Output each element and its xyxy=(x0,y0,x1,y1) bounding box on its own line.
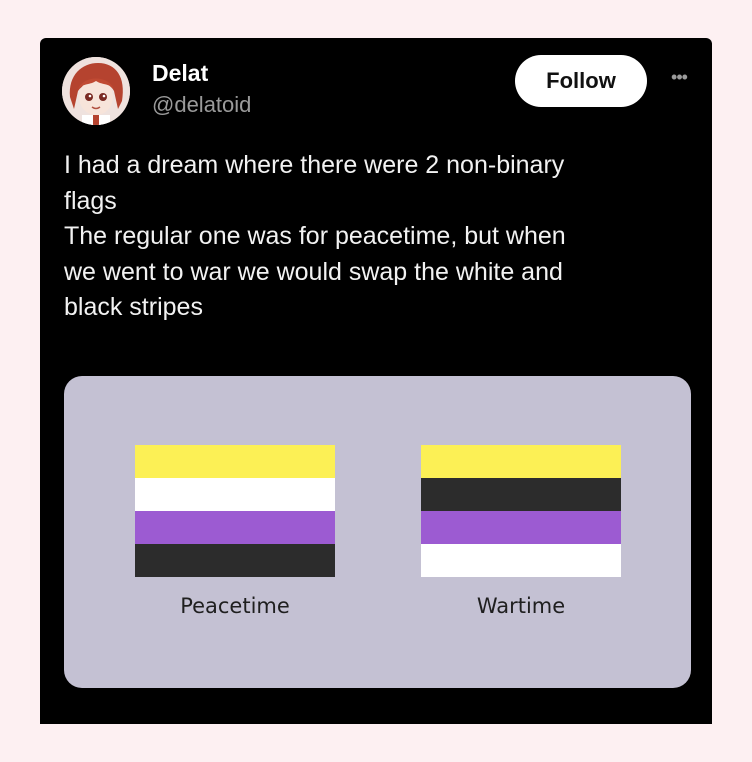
post-text-line: we went to war we would swap the white a… xyxy=(64,257,563,286)
more-options-icon[interactable]: ••• xyxy=(664,68,694,88)
author-handle[interactable]: @delatoid xyxy=(152,92,251,118)
post-text-line: I had a dream where there were 2 non-bin… xyxy=(64,151,565,179)
flag-stripe xyxy=(421,445,621,478)
post-text-line: black stripes xyxy=(64,293,203,321)
peacetime-flag xyxy=(135,445,335,577)
wartime-flag xyxy=(421,445,621,577)
attached-image[interactable]: Peacetime Wartime xyxy=(64,376,691,688)
post-text: I had a dream where there were 2 non-bin… xyxy=(64,148,684,326)
flag-stripe xyxy=(421,544,621,577)
flag-stripe xyxy=(135,478,335,511)
tweet-card: Delat @delatoid Follow ••• I had a dream… xyxy=(40,38,712,724)
follow-button[interactable]: Follow xyxy=(515,55,647,107)
flag-stripe xyxy=(135,511,335,544)
wartime-caption: Wartime xyxy=(476,594,566,618)
flag-stripe xyxy=(135,544,335,577)
avatar[interactable] xyxy=(62,57,130,125)
post-text-line: The regular one was for peacetime, but w… xyxy=(64,222,566,250)
author-display-name[interactable]: Delat xyxy=(152,60,208,87)
anime-avatar-icon xyxy=(62,57,130,125)
flag-stripe xyxy=(421,511,621,544)
peacetime-caption: Peacetime xyxy=(180,594,290,618)
flag-stripe xyxy=(135,445,335,478)
post-text-line: flags xyxy=(64,186,117,215)
flag-stripe xyxy=(421,478,621,511)
